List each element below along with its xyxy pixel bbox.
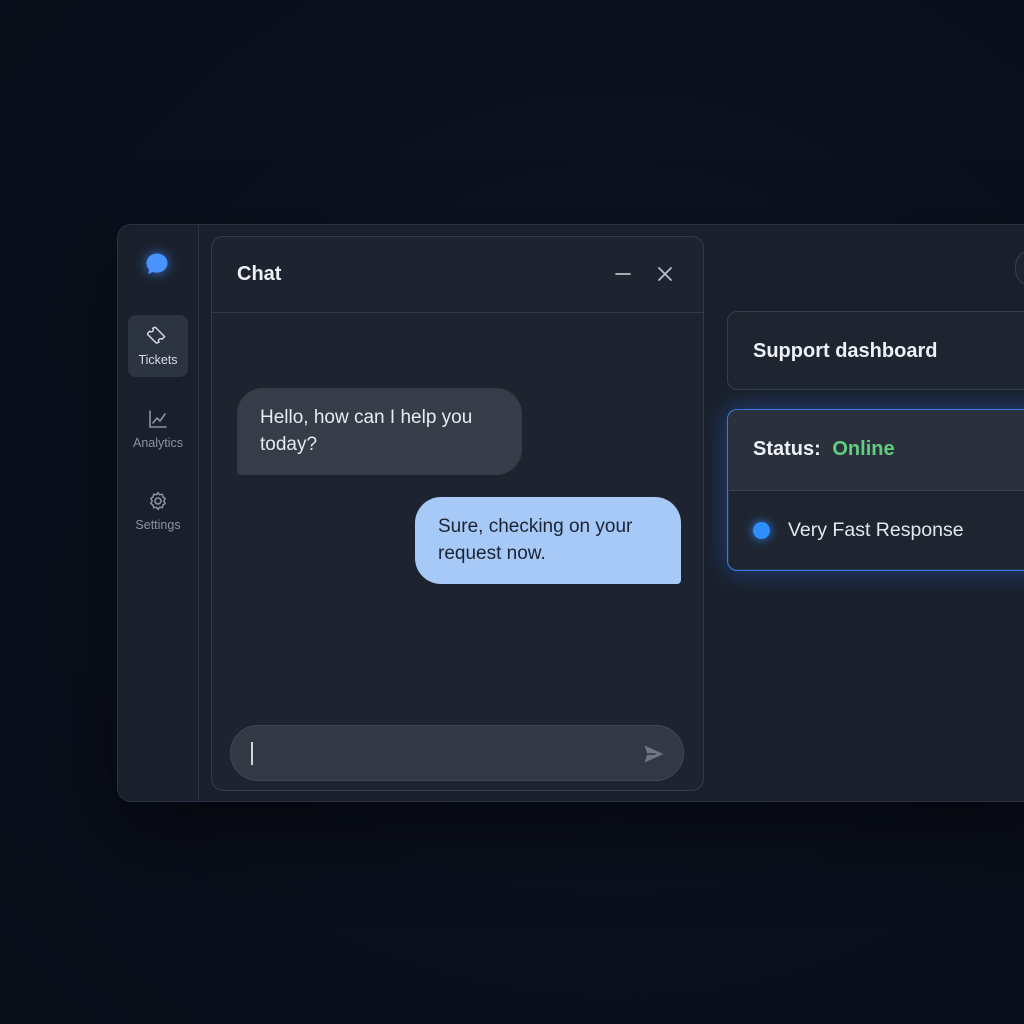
status-label: Status:: [753, 438, 821, 460]
top-pill-button[interactable]: [1015, 249, 1024, 287]
text-caret: [251, 742, 253, 765]
sidebar-item-tickets[interactable]: Tickets: [128, 315, 188, 377]
sidebar: Tickets Analytics Settings: [118, 225, 199, 801]
chat-bubble-icon[interactable]: [143, 250, 171, 278]
dashboard-card: Support dashboard: [727, 311, 1024, 390]
response-row: Very Fast Response: [753, 519, 964, 542]
dashboard-title: Support dashboard: [753, 340, 938, 362]
status-value: Online: [832, 438, 895, 460]
send-icon: [644, 745, 664, 763]
status-card: Status: Online Very Fast Response: [727, 409, 1024, 571]
close-icon: [658, 267, 672, 281]
user-message: Sure, checking on your request now.: [415, 497, 681, 584]
chat-header: Chat: [212, 237, 703, 313]
page-background: Tickets Analytics Settings Chat Hello, h…: [0, 0, 1024, 1024]
status-line: Status: Online: [753, 438, 895, 461]
sidebar-item-label: Analytics: [132, 436, 184, 450]
minimize-button[interactable]: [612, 263, 634, 285]
message-input[interactable]: [251, 738, 631, 768]
close-button[interactable]: [654, 263, 676, 285]
app-window: Tickets Analytics Settings Chat Hello, h…: [117, 224, 1024, 802]
gear-icon: [150, 491, 166, 511]
status-header: Status: Online: [728, 410, 1024, 491]
sidebar-item-settings[interactable]: Settings: [128, 480, 188, 542]
line-chart-icon: [149, 410, 167, 428]
send-button[interactable]: [641, 741, 667, 767]
sidebar-item-label: Tickets: [138, 353, 178, 367]
response-speed-text: Very Fast Response: [788, 519, 964, 541]
message-composer: [230, 725, 684, 781]
ticket-icon: [147, 326, 166, 344]
minimize-icon: [615, 273, 631, 275]
agent-message: Hello, how can I help you today?: [237, 388, 522, 475]
status-dot-icon: [753, 522, 770, 539]
sidebar-item-analytics[interactable]: Analytics: [128, 398, 188, 460]
chat-title: Chat: [237, 263, 282, 285]
chat-panel: Chat Hello, how can I help you today? Su…: [211, 236, 704, 791]
sidebar-item-label: Settings: [135, 518, 181, 532]
